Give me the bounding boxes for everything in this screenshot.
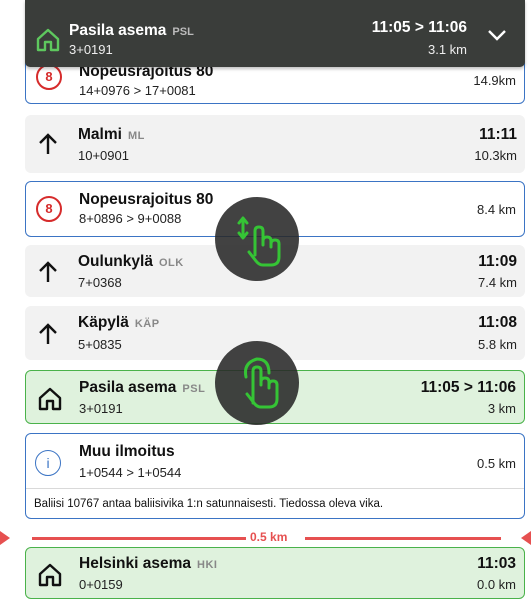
station-time: 11:09 [478,253,517,270]
timetable-list[interactable]: 8 Nopeusrajoitus 80 14+0976 > 17+0081 14… [25,0,525,599]
station-position: 3+0191 [79,401,123,416]
marker-right-arrow-icon [521,531,531,545]
station-position: 10+0901 [78,148,129,163]
tap-icon [215,341,299,425]
station-distance: 10.3km [474,148,517,163]
station-code: PSL [182,383,206,395]
station-position: 5+0835 [78,337,122,352]
station-code: KÄP [134,318,160,330]
marker-left-arrow-icon [0,531,10,545]
header-position: 3+0191 [69,42,113,57]
header-station-name: Pasila asema PSL [69,22,194,39]
notice-distance: 0.5 km [476,456,516,471]
notice-card[interactable]: i Muu ilmoitus 1+0544 > 1+0544 0.5 km Ba… [25,433,525,519]
speed-limit-sign-icon: 8 [36,64,62,90]
station-position: 0+0159 [79,577,123,592]
timetable-screen: 8 Nopeusrajoitus 80 14+0976 > 17+0081 14… [0,0,531,599]
speed-limit-distance: 8.4 km [476,202,516,217]
notice-range: 1+0544 > 1+0544 [79,465,182,480]
header-distance: 3.1 km [427,42,467,57]
station-time: 11:08 [478,314,517,331]
notice-title: Muu ilmoitus [79,443,175,460]
home-icon [38,387,62,411]
marker-distance-label: 0.5 km [250,530,288,544]
home-icon [38,563,62,587]
station-code: ML [127,130,145,142]
station-distance: 7.4 km [477,275,517,290]
current-station-header[interactable]: Pasila asema PSL 3+0191 11:05 > 11:06 3.1… [25,0,525,67]
station-distance: 5.8 km [477,337,517,352]
station-time: 11:05 > 11:06 [420,379,516,396]
station-code: OLK [158,257,184,269]
station-name: Helsinki asema HKI [79,555,218,572]
station-distance: 3 km [487,401,516,416]
station-position: 7+0368 [78,275,122,290]
info-icon: i [35,450,61,476]
station-row-malmi[interactable]: Malmi ML 10+0901 11:11 10.3km [25,115,525,173]
speed-limit-sign-icon: 8 [36,196,62,222]
station-code: HKI [197,559,218,571]
header-time: 11:05 > 11:06 [371,19,467,36]
speed-limit-title: Nopeusrajoitus 80 [79,191,214,208]
arrow-up-icon [39,323,57,344]
speed-limit-range: 8+0896 > 9+0088 [79,211,182,226]
marker-line [32,537,246,540]
station-time: 11:03 [477,555,516,572]
home-icon [36,28,60,52]
swipe-scroll-icon [215,197,299,281]
arrow-up-icon [39,261,57,282]
station-name: Pasila asema PSL [79,379,206,396]
station-name: Oulunkylä OLK [78,253,184,270]
station-time: 11:11 [479,126,517,143]
station-name: Käpylä KÄP [78,314,160,331]
marker-line [305,537,501,540]
chevron-down-icon[interactable] [487,28,507,42]
speed-limit-range: 14+0976 > 17+0081 [79,83,196,98]
divider [26,488,524,489]
notice-text: Baliisi 10767 antaa baliisivika 1:n satu… [34,498,384,510]
speed-limit-distance: 14.9km [473,73,516,88]
station-row-helsinki[interactable]: Helsinki asema HKI 0+0159 11:03 0.0 km [25,547,525,599]
position-marker: 0.5 km [0,530,531,545]
station-distance: 0.0 km [476,577,516,592]
station-name: Malmi ML [78,126,145,143]
header-station-code: PSL [172,26,194,38]
arrow-up-icon [39,133,57,154]
